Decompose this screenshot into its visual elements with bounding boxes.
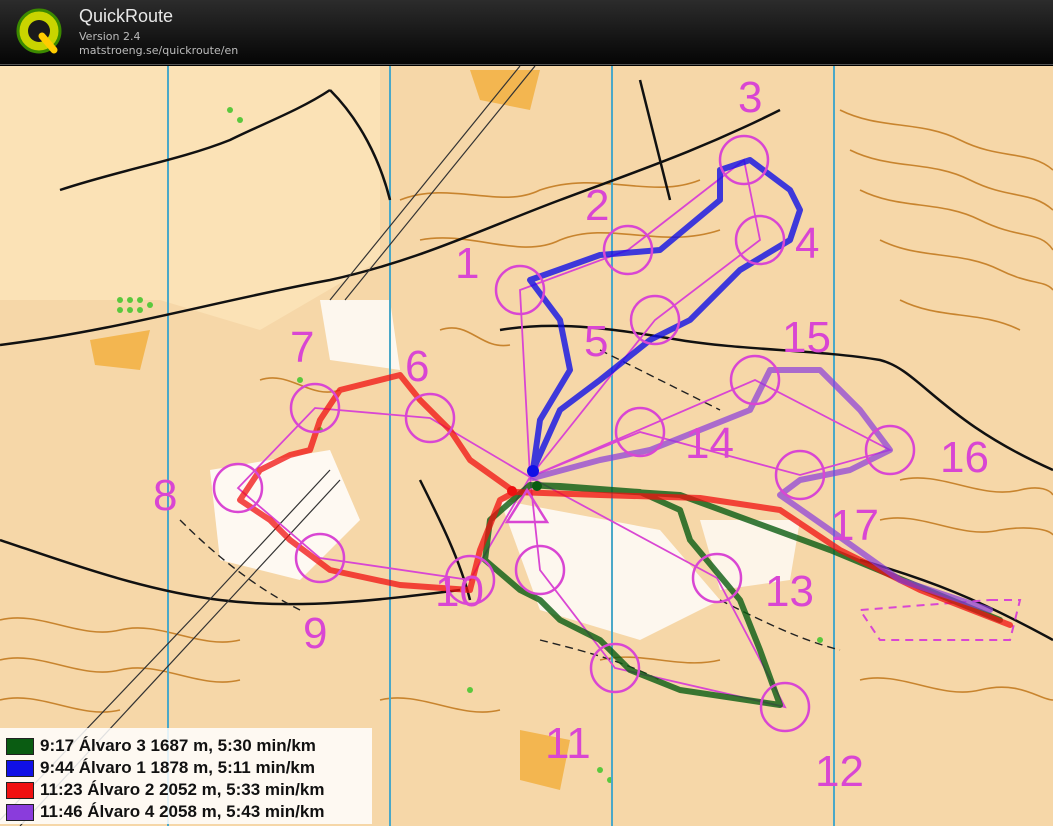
control-number-15: 15 [782, 313, 831, 362]
control-number-9: 9 [303, 609, 327, 658]
title-bar: QuickRoute Version 2.4 matstroeng.se/qui… [0, 0, 1053, 65]
legend-swatch [6, 759, 34, 777]
control-number-5: 5 [584, 317, 608, 366]
app-title: QuickRoute [79, 6, 174, 26]
legend-row: 9:44 Álvaro 1 1878 m, 5:11 min/km [6, 758, 315, 778]
control-number-13: 13 [765, 567, 814, 616]
orienteering-map: 1 2 3 4 5 6 7 8 9 10 11 12 13 14 15 16 1… [0, 66, 1053, 826]
route-legend: 9:17 Álvaro 3 1687 m, 5:30 min/km 9:44 Á… [0, 728, 372, 824]
app-version: Version 2.4 [79, 30, 141, 43]
legend-row: 11:23 Álvaro 2 2052 m, 5:33 min/km [6, 780, 324, 800]
control-number-14: 14 [685, 419, 734, 468]
legend-row: 9:17 Álvaro 3 1687 m, 5:30 min/km [6, 736, 316, 756]
legend-swatch [6, 803, 34, 821]
control-number-12: 12 [815, 747, 864, 796]
legend-swatch [6, 781, 34, 799]
app-url: matstroeng.se/quickroute/en [79, 44, 239, 57]
control-number-8: 8 [153, 471, 177, 520]
control-number-11: 11 [545, 719, 591, 768]
quickroute-logo-icon [16, 8, 62, 54]
legend-label: 11:23 Álvaro 2 2052 m, 5:33 min/km [40, 780, 325, 799]
control-number-17: 17 [830, 501, 879, 550]
legend-row: 11:46 Álvaro 4 2058 m, 5:43 min/km [6, 802, 324, 822]
legend-label: 9:44 Álvaro 1 1878 m, 5:11 min/km [40, 758, 315, 777]
control-number-10: 10 [435, 567, 484, 616]
legend-label: 11:46 Álvaro 4 2058 m, 5:43 min/km [40, 802, 325, 821]
control-number-2: 2 [585, 181, 609, 230]
legend-swatch [6, 737, 34, 755]
control-number-3: 3 [738, 73, 762, 122]
control-number-7: 7 [290, 323, 314, 372]
control-number-4: 4 [795, 219, 819, 268]
control-number-1: 1 [455, 239, 479, 288]
control-number-6: 6 [405, 342, 429, 391]
legend-label: 9:17 Álvaro 3 1687 m, 5:30 min/km [40, 736, 316, 755]
control-number-16: 16 [940, 433, 989, 482]
